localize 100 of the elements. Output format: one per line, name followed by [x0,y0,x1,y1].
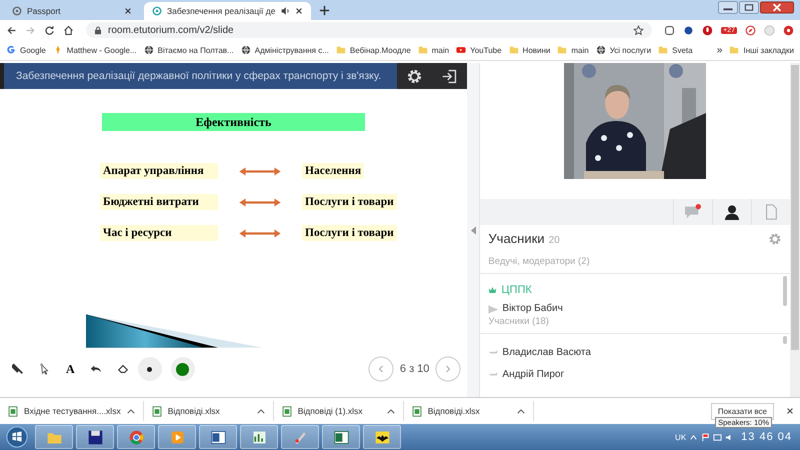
marker-icon[interactable] [12,363,24,375]
spreadsheet-icon [332,428,350,446]
back-icon[interactable] [6,24,17,36]
double-arrow [238,166,282,176]
star-icon[interactable] [633,24,644,36]
address-field[interactable]: room.etutorium.com/v2/slide [86,22,652,38]
clock[interactable]: 13 46 04 [741,431,792,443]
slide-label: Послуги і товари [302,225,397,241]
bookmark-icon [240,45,251,55]
bookmark-icon [557,45,568,55]
pointer-icon[interactable] [39,363,51,375]
extension-icon[interactable] [683,24,694,36]
caret-icon[interactable] [126,408,135,414]
participant-count: 20 [548,235,560,246]
site-icon [152,6,162,16]
color-picker-button[interactable] [170,357,195,381]
minimize-icon[interactable] [718,1,738,14]
download-item[interactable]: Відповіді.xlsx [404,401,534,421]
network-icon[interactable] [713,432,722,442]
menu-icon[interactable] [783,24,794,36]
bookmark[interactable]: Усі послуги [596,45,652,55]
microphone-icon[interactable] [702,24,714,36]
browser-tab[interactable]: Passport [4,2,140,20]
speaker-icon[interactable] [280,6,290,16]
caret-icon[interactable] [256,408,265,414]
document-icon [210,428,226,446]
exit-icon[interactable] [441,68,458,84]
slide-label: Послуги і товари [302,194,397,210]
eraser-icon[interactable] [116,363,129,375]
start-button[interactable] [6,426,28,448]
bookmark-icon [456,45,466,55]
participant-name[interactable]: Віктор Бабич [502,302,563,316]
play-icon [168,428,186,446]
bookmark[interactable]: main [418,45,450,55]
slide-label: Апарат управління [100,163,218,179]
bookmark-icon [658,45,668,55]
color-swatch[interactable] [176,362,190,376]
reload-icon[interactable] [44,24,55,36]
bookmark[interactable]: Google [6,45,46,55]
group-label: Ведучі, модератори (2) [480,246,790,274]
scrollbar-thumb[interactable] [791,65,799,350]
bookmark[interactable]: Вітаємо на Полтав... [144,45,234,55]
scrollbar-thumb[interactable] [783,336,788,344]
bookmark-icon [144,45,154,55]
settings-icon[interactable] [406,68,424,84]
taskbar-button[interactable] [76,425,114,449]
close-icon[interactable] [786,407,794,415]
download-item[interactable]: Відповіді (1).xlsx [274,401,404,421]
download-item[interactable]: Вхідне тестування....xlsx [0,401,144,421]
restore-icon[interactable] [739,1,759,14]
new-tab-icon[interactable] [319,4,330,16]
close-icon[interactable] [124,7,132,15]
bookmark[interactable]: main [557,45,589,55]
participant-name[interactable]: Владислав Васюта [502,346,591,360]
bat-icon [374,428,390,446]
bookmark[interactable]: Matthew - Google... [52,45,137,55]
spreadsheet-icon [8,406,18,416]
undo-icon[interactable] [90,363,102,375]
taskbar-button[interactable] [199,425,237,449]
bookmark[interactable]: Новини [508,45,550,55]
slide-label: Бюджетні витрати [100,194,218,210]
compass-icon[interactable] [745,24,756,36]
person-icon [723,204,742,220]
collapse-arrow-icon[interactable] [470,226,476,234]
site-icon [12,6,22,16]
download-item[interactable]: Відповіді.xlsx [144,401,274,421]
bookmark-icon [336,45,346,55]
slide-label: Час і ресурси [100,225,218,241]
bookmark[interactable]: Вебінар.Моодле [336,45,411,55]
bookmark[interactable]: Адміністрування с... [240,45,329,55]
scrollbar-thumb[interactable] [783,276,788,306]
spreadsheet-icon [412,406,422,416]
close-icon[interactable] [760,1,794,14]
taskbar-button[interactable] [363,425,401,449]
browser-tab[interactable]: Забезпечення реалізації де [144,2,312,20]
caret-icon[interactable] [386,408,395,414]
slide-title: Ефективність [102,113,365,131]
home-icon[interactable] [63,24,74,36]
brush-size-button[interactable] [138,357,162,381]
group-name: ЦППК [501,284,532,296]
participant-name[interactable]: Андрій Пирог [502,368,564,382]
slide-label: Населення [302,163,364,179]
bookmark[interactable]: Sveta [658,45,693,55]
extension-icon[interactable] [664,24,676,36]
taskbar-button[interactable] [322,425,360,449]
group-label: Учасники (18) [488,316,550,327]
spreadsheet-icon [282,406,292,416]
bookmark-icon [418,45,428,55]
close-icon[interactable] [295,7,304,15]
caret-icon[interactable] [516,408,525,414]
bookmark[interactable]: Інші закладки [729,45,794,55]
text-tool[interactable]: A [66,362,75,376]
flag-icon[interactable] [701,432,710,442]
language-indicator[interactable]: UK [675,432,686,442]
bookmark-icon [6,45,16,55]
chat-icon [684,204,702,220]
chart-icon [250,428,268,446]
bookmark[interactable]: YouTube [456,45,502,55]
more-bookmarks[interactable]: » [716,44,722,56]
bookmark-icon [596,45,606,55]
